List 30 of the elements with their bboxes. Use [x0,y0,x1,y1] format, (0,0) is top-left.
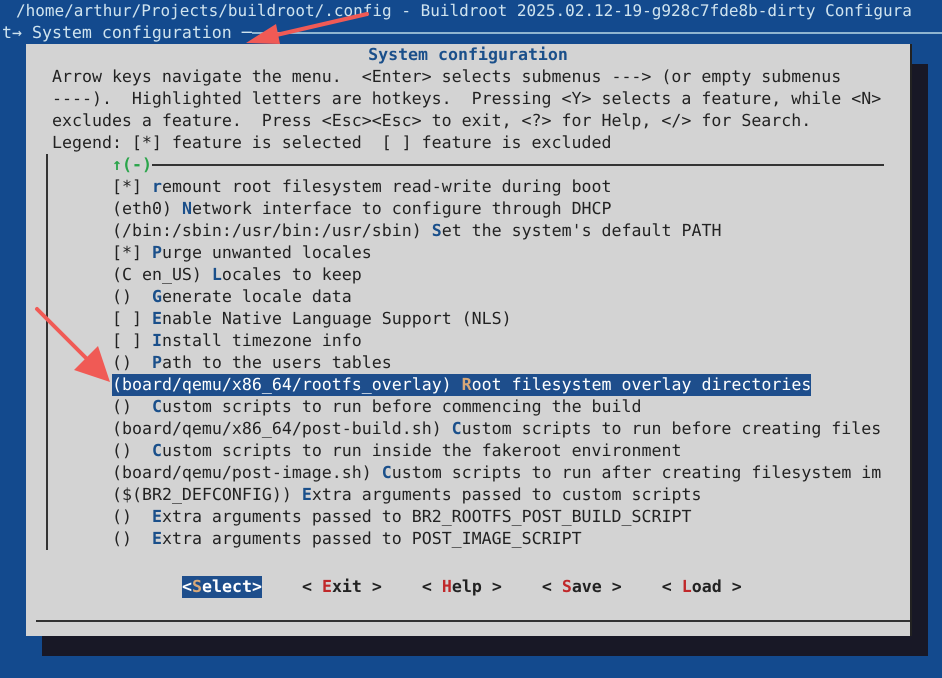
menu-item[interactable]: () Extra arguments passed to BR2_ROOTFS_POST_BUILD_SCRIPT [112,506,692,528]
window-title: /home/arthur/Projects/buildroot/.config - Buildroot 2025.02.12-19-g928c7fde8b-dirty Configura [15,0,913,22]
menu-item[interactable]: (board/qemu/x86_64/post-build.sh) Custom scripts to run before creating files [112,418,882,440]
menu-item[interactable]: () Extra arguments passed to POST_IMAGE_SCRIPT [112,528,582,550]
help-text: ----). Highlighted letters are hotkeys. Pressing <Y> selects a feature, while <N> [52,88,882,110]
menu-item[interactable]: (C en_US) Locales to keep [112,264,362,286]
help-text: Arrow keys navigate the menu. <Enter> selects submenus ---> (or empty submenus [52,66,842,88]
menu-item[interactable]: () Generate locale data [112,286,352,308]
menu-item[interactable]: (eth0) Network interface to configure through DHCP [112,198,612,220]
scroll-indicator: ↑(-) [112,154,152,176]
menu-item[interactable]: (board/qemu/post-image.sh) Custom scripts to run after creating filesystem im [112,462,882,484]
breadcrumb: t→ System configuration ─ [1,22,252,44]
dialog-button[interactable]: < Load > [662,576,742,598]
menu-item[interactable]: () Custom scripts to run before commencing the build [112,396,642,418]
dialog-button[interactable]: <Select> [182,576,262,598]
menu-item[interactable]: ($(BR2_DEFCONFIG)) Extra arguments passed to custom scripts [112,484,702,506]
menu-item[interactable]: (/bin:/sbin:/usr/bin:/usr/sbin) Set the system's default PATH [112,220,722,242]
dialog-button[interactable]: < Exit > [302,576,382,598]
menu-item[interactable]: [ ] Install timezone info [112,330,362,352]
dialog-button[interactable]: < Save > [542,576,622,598]
help-text: Legend: [*] feature is selected [ ] feature is excluded [52,132,612,154]
menu-item[interactable]: [*] remount root filesystem read-write during boot [112,176,612,198]
menu-item[interactable]: () Path to the users tables [112,352,392,374]
menu-item[interactable]: [ ] Enable Native Language Support (NLS) [112,308,512,330]
menu-item[interactable]: () Custom scripts to run inside the fakeroot environment [112,440,682,462]
help-text: excludes a feature. Press <Esc><Esc> to exit, <?> for Help, </> for Search. [52,110,812,132]
dialog-title: System configuration [368,44,568,66]
menu-item[interactable]: (board/qemu/x86_64/rootfs_overlay) Root filesystem overlay directories [112,374,812,396]
menu-item[interactable]: [*] Purge unwanted locales [112,242,372,264]
dialog-button[interactable]: < Help > [422,576,502,598]
